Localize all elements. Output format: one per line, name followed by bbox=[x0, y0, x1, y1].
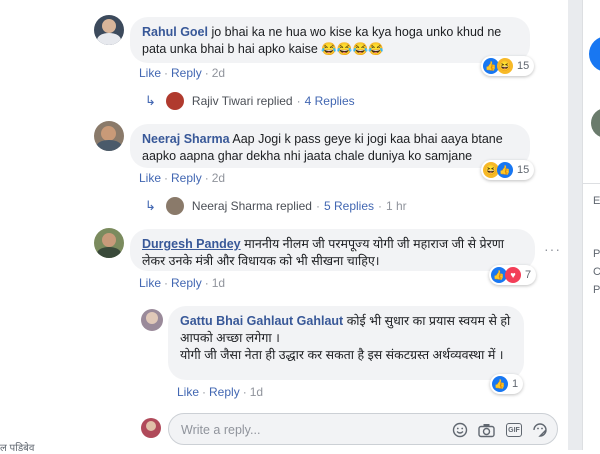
avatar bbox=[165, 197, 184, 215]
reaction-summary[interactable]: 😆 👍 15 bbox=[481, 160, 535, 180]
thumbs-up-icon: 👍 bbox=[492, 376, 508, 392]
laugh-icon: 😆 bbox=[497, 58, 513, 74]
reaction-summary[interactable]: 👍 ♥ 7 bbox=[489, 265, 537, 285]
reply-time[interactable]: 1d bbox=[250, 385, 263, 399]
avatar[interactable] bbox=[94, 15, 124, 45]
replier-name: Neeraj Sharma replied bbox=[191, 199, 312, 213]
reply-arrow-icon: ↳ bbox=[145, 198, 156, 213]
replies-summary[interactable]: ↳ Rajiv Tiwari replied · 4 Replies bbox=[145, 92, 355, 110]
reply-link[interactable]: Reply bbox=[209, 385, 240, 399]
left-margin bbox=[0, 0, 85, 450]
comment-time[interactable]: 2d bbox=[212, 171, 225, 185]
comment-bubble: Rahul Goel jo bhai ka ne hua wo kise ka … bbox=[130, 17, 530, 63]
avatar bbox=[165, 92, 184, 110]
comment-author[interactable]: Rahul Goel bbox=[142, 25, 208, 39]
gif-icon[interactable]: GIF bbox=[505, 421, 523, 439]
sidebar-text: E bbox=[593, 195, 600, 207]
replies-summary[interactable]: ↳ Neeraj Sharma replied · 5 Replies · 1 … bbox=[145, 197, 407, 215]
reply-time[interactable]: 1 hr bbox=[386, 199, 407, 213]
comment-actions: Like · Reply · 2d bbox=[139, 171, 226, 185]
sidebar-text: P bbox=[593, 248, 600, 260]
reply-actions: Like · Reply · 1d bbox=[177, 385, 264, 399]
thumbs-up-icon: 👍 bbox=[497, 162, 513, 178]
reaction-count: 7 bbox=[525, 269, 532, 281]
comment-time[interactable]: 1d bbox=[212, 276, 225, 290]
like-link[interactable]: Like bbox=[139, 276, 161, 290]
scroll-gutter[interactable] bbox=[568, 0, 582, 450]
comment-bubble: Neeraj Sharma Aap Jogi k pass geye ki jo… bbox=[130, 124, 530, 168]
reaction-summary[interactable]: 👍 1 bbox=[490, 374, 524, 394]
sidebar-text: C bbox=[593, 266, 600, 278]
reaction-count: 15 bbox=[517, 164, 530, 176]
replies-count[interactable]: 4 Replies bbox=[305, 94, 355, 108]
reply-link[interactable]: Reply bbox=[171, 276, 202, 290]
like-link[interactable]: Like bbox=[139, 66, 161, 80]
reply-author[interactable]: Gattu Bhai Gahlaut Gahlaut bbox=[180, 314, 343, 328]
like-link[interactable]: Like bbox=[139, 171, 161, 185]
reply-bubble: Gattu Bhai Gahlaut Gahlaut कोई भी सुधार … bbox=[168, 306, 524, 380]
replies-count[interactable]: 5 Replies bbox=[324, 199, 374, 213]
comment-emojis: 😂😂😂😂 bbox=[321, 42, 384, 56]
comment-author[interactable]: Durgesh Pandey bbox=[142, 237, 241, 251]
comment-author[interactable]: Neeraj Sharma bbox=[142, 132, 230, 146]
reaction-summary[interactable]: 👍 😆 15 bbox=[481, 56, 535, 76]
reaction-count: 15 bbox=[517, 60, 530, 72]
sidebar-text: P bbox=[593, 284, 600, 296]
reply-link[interactable]: Reply bbox=[171, 66, 202, 80]
avatar bbox=[591, 108, 600, 138]
smile-icon[interactable] bbox=[451, 421, 469, 439]
camera-icon[interactable] bbox=[477, 421, 495, 439]
comment-actions: Like · Reply · 2d bbox=[139, 66, 226, 80]
reply-input[interactable] bbox=[179, 420, 433, 440]
reply-text-line2: योगी जी जैसा नेता ही उद्धार कर सकता है इ… bbox=[180, 348, 504, 362]
comment-actions: Like · Reply · 1d bbox=[139, 276, 226, 290]
sticker-icon[interactable] bbox=[531, 421, 549, 439]
reply-link[interactable]: Reply bbox=[171, 171, 202, 185]
heart-icon: ♥ bbox=[505, 267, 521, 283]
like-link[interactable]: Like bbox=[177, 385, 199, 399]
reaction-count: 1 bbox=[512, 378, 519, 390]
reply-arrow-icon: ↳ bbox=[145, 93, 156, 108]
divider bbox=[583, 183, 600, 184]
more-options-icon[interactable]: ··· bbox=[544, 241, 561, 257]
avatar[interactable] bbox=[94, 121, 124, 151]
reply-composer: GIF bbox=[168, 413, 558, 445]
avatar[interactable] bbox=[94, 228, 124, 258]
brand-logo-icon bbox=[589, 36, 600, 72]
partial-text: ल पडिबेव bbox=[0, 443, 35, 454]
avatar bbox=[141, 418, 161, 438]
comment-time[interactable]: 2d bbox=[212, 66, 225, 80]
avatar[interactable] bbox=[141, 309, 163, 331]
right-sidebar: E P C P bbox=[582, 0, 600, 450]
replier-name: Rajiv Tiwari replied bbox=[191, 94, 293, 108]
comment-bubble: Durgesh Pandey माननीय नीलम जी परमपूज्य य… bbox=[130, 229, 535, 271]
